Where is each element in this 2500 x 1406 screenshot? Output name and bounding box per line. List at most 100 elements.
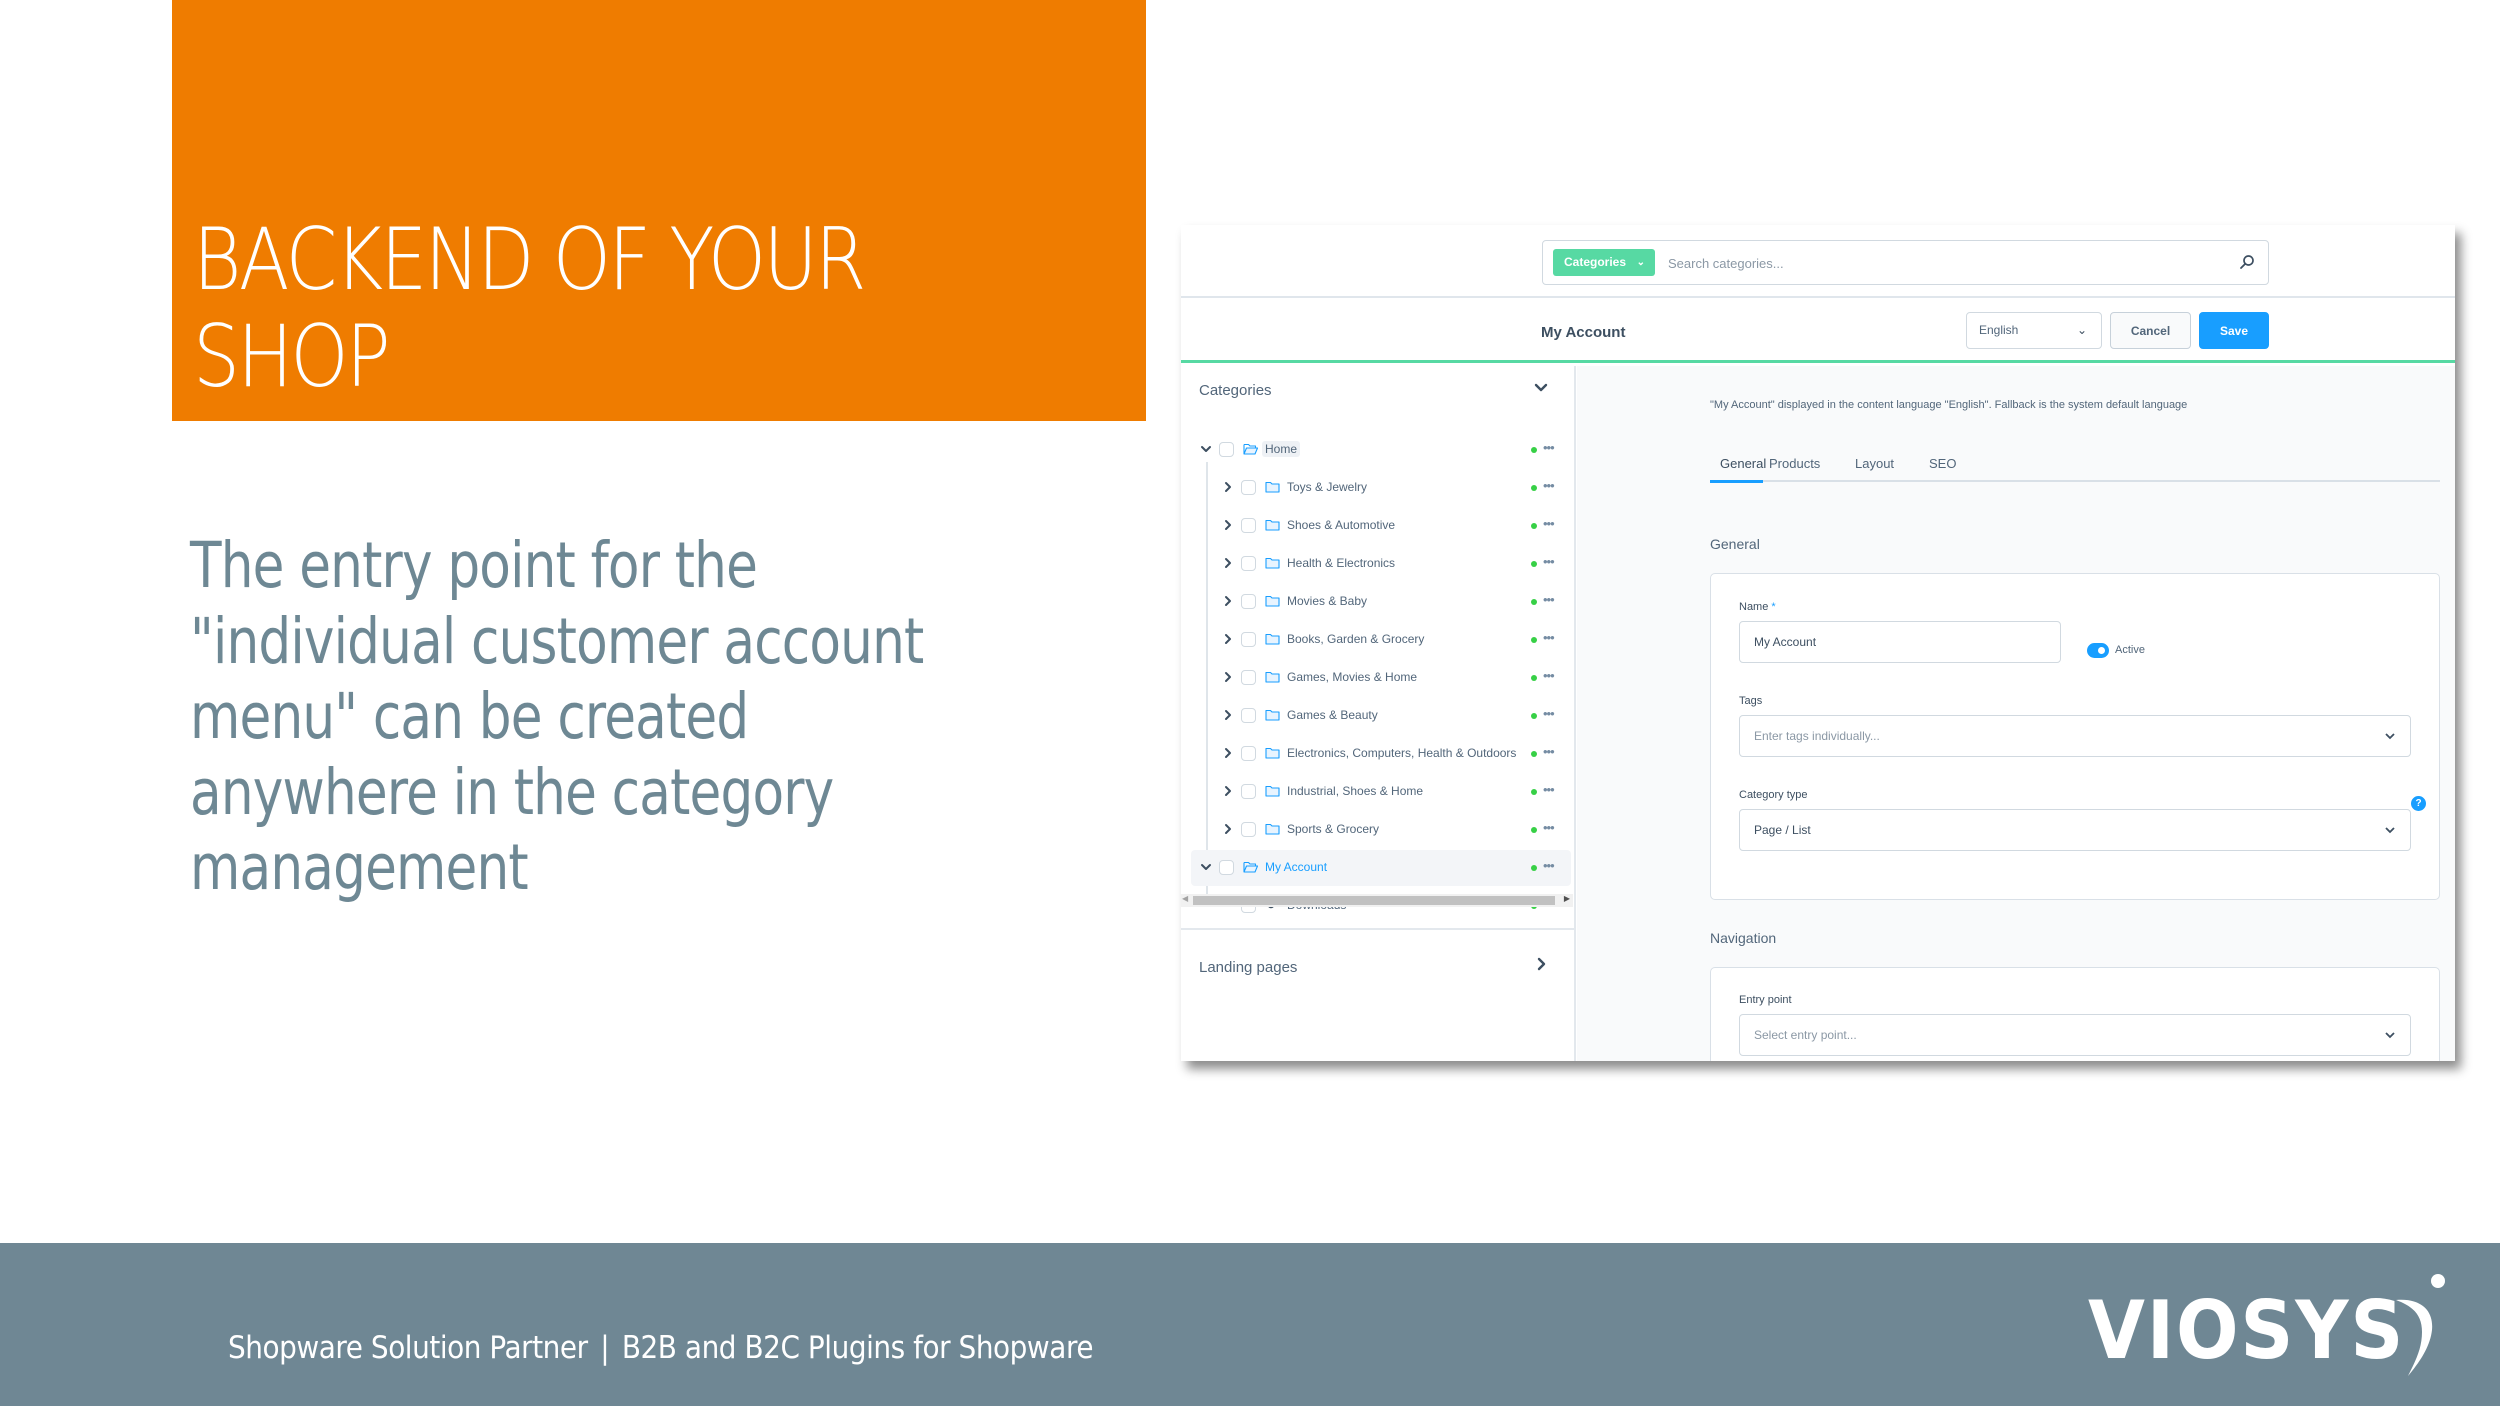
- footer-partner-text: Shopware Solution Partner: [228, 1330, 588, 1366]
- language-select[interactable]: English ⌄: [1966, 312, 2102, 349]
- tree-item-label[interactable]: Movies & Baby: [1287, 594, 1367, 608]
- chevron-down-icon[interactable]: [2384, 1029, 2396, 1041]
- status-dot-active: [1531, 561, 1537, 567]
- more-actions-icon[interactable]: •••: [1543, 744, 1555, 759]
- tags-input[interactable]: Enter tags individually...: [1739, 715, 2411, 757]
- more-actions-icon[interactable]: •••: [1543, 630, 1555, 645]
- chevron-down-icon[interactable]: [1531, 378, 1551, 398]
- more-actions-icon[interactable]: •••: [1543, 516, 1555, 531]
- tree-item-label[interactable]: Electronics, Computers, Health & Outdoor…: [1287, 746, 1516, 760]
- more-actions-icon[interactable]: •••: [1543, 592, 1555, 607]
- tab-general[interactable]: General: [1720, 456, 1766, 471]
- tree-item-checkbox[interactable]: [1241, 822, 1256, 837]
- tree-item-label[interactable]: My Account: [1265, 860, 1327, 874]
- tree-item-label[interactable]: Shoes & Automotive: [1287, 518, 1395, 532]
- tree-item[interactable]: Health & Electronics •••: [1181, 546, 1573, 582]
- tree-item[interactable]: Games, Movies & Home •••: [1181, 660, 1573, 696]
- chevron-right-icon[interactable]: [1221, 518, 1235, 532]
- detail-tabs: General Products Layout SEO: [1710, 452, 2440, 483]
- body-line: management: [190, 831, 529, 904]
- search-input[interactable]: [1668, 251, 2208, 275]
- tab-layout[interactable]: Layout: [1855, 456, 1894, 471]
- tree-item[interactable]: Movies & Baby •••: [1181, 584, 1573, 620]
- active-toggle[interactable]: [2087, 643, 2109, 658]
- tree-item[interactable]: Books, Garden & Grocery •••: [1181, 622, 1573, 658]
- chevron-right-icon[interactable]: [1221, 670, 1235, 684]
- horizontal-scrollbar[interactable]: ◀ ▶: [1181, 894, 1573, 907]
- folder-icon: [1265, 671, 1280, 683]
- tree-item[interactable]: Toys & Jewelry •••: [1181, 470, 1573, 506]
- status-dot-active: [1531, 447, 1537, 453]
- tree-item-label[interactable]: Home: [1262, 441, 1301, 457]
- more-actions-icon[interactable]: •••: [1543, 440, 1555, 455]
- chevron-right-icon[interactable]: [1531, 954, 1551, 974]
- more-actions-icon[interactable]: •••: [1543, 554, 1555, 569]
- tree-item[interactable]: Sports & Grocery •••: [1181, 812, 1573, 848]
- landing-pages-heading[interactable]: Landing pages: [1199, 959, 1297, 976]
- tree-item[interactable]: My Account •••: [1191, 850, 1571, 886]
- scrollbar-thumb[interactable]: [1193, 896, 1555, 905]
- tree-item-label[interactable]: Games, Movies & Home: [1287, 670, 1417, 684]
- tree-item[interactable]: Shoes & Automotive •••: [1181, 508, 1573, 544]
- tree-item-checkbox[interactable]: [1219, 442, 1234, 457]
- logo-wordmark: VIOSYS: [2088, 1284, 2406, 1377]
- chevron-right-icon[interactable]: [1221, 746, 1235, 760]
- tab-seo[interactable]: SEO: [1929, 456, 1956, 471]
- help-icon[interactable]: ?: [2411, 796, 2426, 811]
- tree-item-checkbox[interactable]: [1241, 632, 1256, 647]
- more-actions-icon[interactable]: •••: [1543, 782, 1555, 797]
- chevron-down-icon[interactable]: [2384, 824, 2396, 836]
- tree-item-checkbox[interactable]: [1241, 594, 1256, 609]
- chevron-down-icon[interactable]: [1199, 442, 1213, 456]
- entry-point-select[interactable]: Select entry point...: [1739, 1014, 2411, 1056]
- tree-item-label[interactable]: Health & Electronics: [1287, 556, 1395, 570]
- search-type-selector[interactable]: Categories ⌄: [1553, 249, 1655, 276]
- tree-item-label[interactable]: Industrial, Shoes & Home: [1287, 784, 1423, 798]
- tree-item-checkbox[interactable]: [1241, 556, 1256, 571]
- tree-item-checkbox[interactable]: [1241, 670, 1256, 685]
- more-actions-icon[interactable]: •••: [1543, 820, 1555, 835]
- scroll-left-arrow-icon[interactable]: ◀: [1182, 894, 1188, 903]
- body-line: anywhere in the category: [190, 755, 834, 829]
- more-actions-icon[interactable]: •••: [1543, 668, 1555, 683]
- tree-item-checkbox[interactable]: [1241, 746, 1256, 761]
- tree-item-label[interactable]: Games & Beauty: [1287, 708, 1378, 722]
- categories-heading[interactable]: Categories: [1199, 382, 1272, 399]
- chevron-right-icon[interactable]: [1221, 632, 1235, 646]
- cancel-button[interactable]: Cancel: [2110, 312, 2191, 349]
- scroll-right-arrow-icon[interactable]: ▶: [1564, 894, 1570, 903]
- chevron-right-icon[interactable]: [1221, 708, 1235, 722]
- save-button[interactable]: Save: [2199, 312, 2269, 349]
- status-dot-active: [1531, 713, 1537, 719]
- tree-item-checkbox[interactable]: [1241, 480, 1256, 495]
- tree-item[interactable]: Industrial, Shoes & Home •••: [1181, 774, 1573, 810]
- more-actions-icon[interactable]: •••: [1543, 478, 1555, 493]
- category-sidebar: Categories Home ••• Toys & Jewelry ••• Shoes…: [1181, 366, 1576, 1061]
- tree-item[interactable]: Electronics, Computers, Health & Outdoor…: [1181, 736, 1573, 772]
- more-actions-icon[interactable]: •••: [1543, 858, 1555, 873]
- name-input[interactable]: My Account: [1739, 621, 2061, 663]
- tree-item-checkbox[interactable]: [1241, 708, 1256, 723]
- tab-products[interactable]: Products: [1769, 456, 1820, 471]
- chevron-down-icon[interactable]: [2384, 730, 2396, 742]
- tree-item-checkbox[interactable]: [1241, 518, 1256, 533]
- tree-item-label[interactable]: Books, Garden & Grocery: [1287, 632, 1424, 646]
- category-type-select[interactable]: Page / List: [1739, 809, 2411, 851]
- chevron-right-icon[interactable]: [1221, 822, 1235, 836]
- category-detail: "My Account" displayed in the content la…: [1577, 366, 2455, 1061]
- navigation-section-title: Navigation: [1710, 930, 1777, 946]
- chevron-right-icon[interactable]: [1221, 784, 1235, 798]
- status-dot-active: [1531, 523, 1537, 529]
- chevron-right-icon[interactable]: [1221, 594, 1235, 608]
- tree-item-label[interactable]: Toys & Jewelry: [1287, 480, 1367, 494]
- tree-item-checkbox[interactable]: [1219, 860, 1234, 875]
- chevron-down-icon[interactable]: [1199, 860, 1213, 874]
- chevron-right-icon[interactable]: [1221, 556, 1235, 570]
- more-actions-icon[interactable]: •••: [1543, 706, 1555, 721]
- search-icon[interactable]: [2238, 253, 2256, 271]
- chevron-right-icon[interactable]: [1221, 480, 1235, 494]
- tree-item[interactable]: Games & Beauty •••: [1181, 698, 1573, 734]
- tree-item[interactable]: Home •••: [1181, 432, 1573, 468]
- tree-item-checkbox[interactable]: [1241, 784, 1256, 799]
- tree-item-label[interactable]: Sports & Grocery: [1287, 822, 1379, 836]
